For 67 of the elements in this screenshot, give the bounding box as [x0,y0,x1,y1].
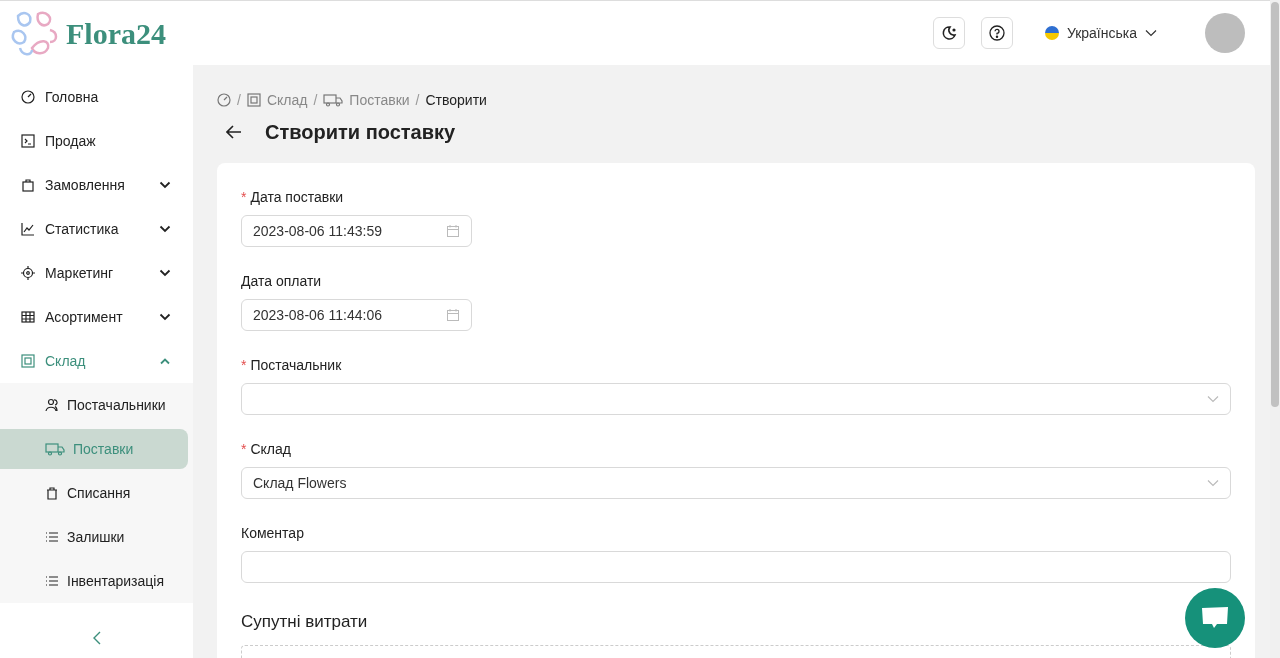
section-title: Супутні витрати [241,611,368,633]
calendar-icon [446,224,460,238]
chevron-down-icon [1207,479,1219,487]
field-label: Склад [250,439,291,459]
back-arrow-icon [226,125,242,139]
help-button[interactable] [980,17,1013,49]
sidebar-item[interactable]: Склад [0,339,193,383]
field-label: Дата поставки [250,187,344,207]
required-mark: * [241,187,247,207]
calendar-icon [446,308,460,322]
sidebar-subitem[interactable]: Залишки [0,517,188,557]
required-mark: * [241,439,247,459]
date-field[interactable]: 2023-08-06 11:44:06 [241,299,472,331]
ukraine-flag-icon [1044,26,1059,40]
box-icon [246,93,261,107]
sidebar-item[interactable]: Статистика [0,207,193,251]
breadcrumb-separator: / [237,90,241,110]
page-title: Створити поставку [265,120,456,145]
breadcrumb-separator: / [415,90,420,110]
back-button[interactable] [225,123,243,141]
home-breadcrumb[interactable] [217,93,231,107]
terminal-icon [21,134,35,148]
sidebar-item[interactable]: Головна [0,75,193,119]
select-field[interactable] [241,383,1231,415]
sidebar-item[interactable]: Продаж [0,119,193,163]
dashboard-icon [21,90,35,104]
chat-bubble-icon [1201,606,1229,630]
chevron-down-icon [159,313,171,321]
language-selector[interactable]: Українська [1044,22,1157,44]
sidebar-subitem[interactable]: Інвентаризація [0,561,188,601]
chevron-down-icon [1145,29,1157,37]
truck-icon [45,442,65,456]
moon-icon [940,25,957,41]
table-icon [21,310,35,324]
trash-icon [45,486,59,500]
dashboard-icon [217,93,231,107]
chevron-down-icon [159,269,171,277]
sidebar-item[interactable]: Асортимент [0,295,193,339]
logo-text: Flora24 [66,15,166,52]
field-label: Дата оплати [241,271,322,291]
chevron-up-icon [159,357,171,365]
list-icon [45,574,59,588]
help-icon [988,25,1005,41]
select-field[interactable]: Склад Flowers [241,467,1231,499]
list-icon [45,530,59,544]
dark-mode-button[interactable] [932,17,965,49]
sidebar-item[interactable]: Маркетинг [0,251,193,295]
sidebar-subitem[interactable]: Постачальники [0,385,188,425]
field-label: Постачальник [250,355,342,375]
date-field[interactable]: 2023-08-06 11:43:59 [241,215,472,247]
sidebar-subitem[interactable]: Списання [0,473,188,513]
breadcrumb-separator: / [313,90,318,110]
users-icon [45,398,59,412]
target-icon [21,266,35,280]
chevron-down-icon [159,225,171,233]
required-mark: * [241,355,247,375]
box-icon [21,354,35,368]
truck-icon [323,93,344,107]
shopping-bag-icon [21,178,35,192]
sidebar-item[interactable]: Замовлення [0,163,193,207]
breadcrumb-current: Створити [425,90,487,110]
chevron-down-icon [1207,395,1219,403]
chevron-left-icon [92,631,101,645]
line-chart-icon [21,222,35,236]
comment-field[interactable] [241,551,1231,583]
field-label: Коментар [241,523,304,543]
chevron-down-icon [159,181,171,189]
